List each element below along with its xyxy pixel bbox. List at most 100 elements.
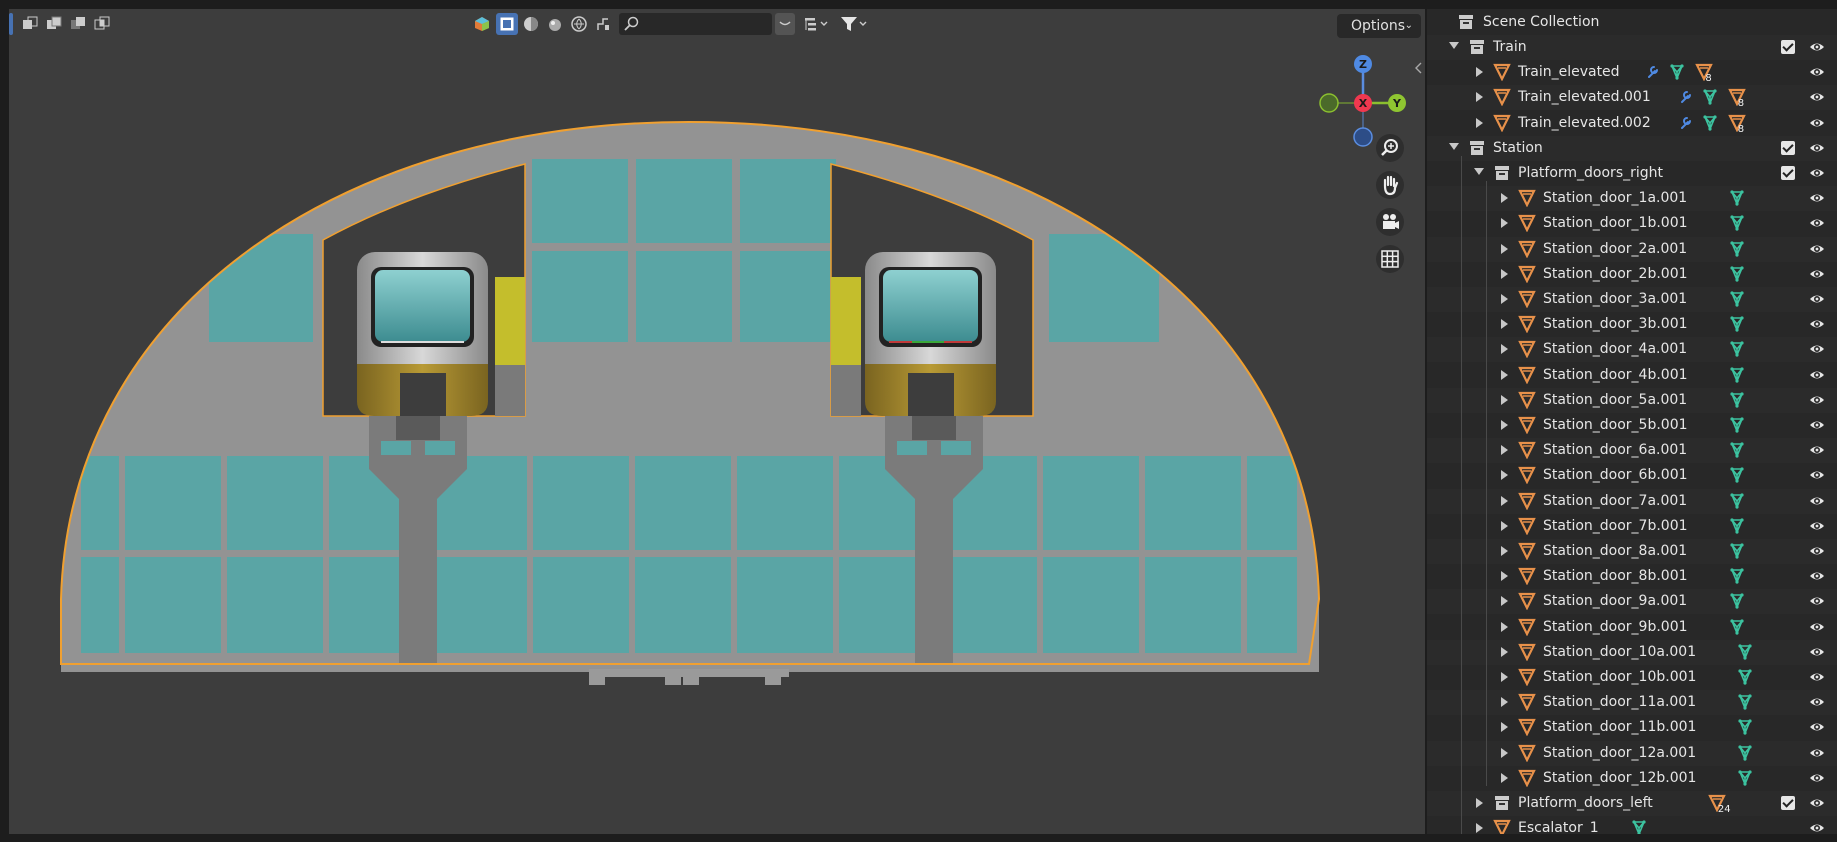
visibility-eye-icon[interactable] — [1809, 292, 1825, 310]
outliner-row[interactable]: Escalator_1 — [1427, 816, 1837, 834]
outliner-panel[interactable]: Scene Collection Train Train_elevated 8 Tra… — [1427, 9, 1837, 834]
outliner-row[interactable]: Station_door_6b.001 — [1427, 463, 1837, 488]
mesh-data-icon[interactable] — [1737, 744, 1753, 766]
mesh-data-icon[interactable] — [1737, 718, 1753, 740]
mesh-data-icon[interactable] — [1729, 542, 1745, 564]
mesh-data-icon[interactable] — [1729, 618, 1745, 640]
outliner-row[interactable]: Station_door_4b.001 — [1427, 363, 1837, 388]
outliner-row[interactable]: Station — [1427, 135, 1837, 161]
outliner-row[interactable]: Train — [1427, 35, 1837, 60]
expand-closed-icon[interactable] — [1501, 193, 1508, 204]
mesh-data-icon[interactable] — [1729, 416, 1745, 438]
visibility-eye-icon[interactable] — [1809, 544, 1825, 562]
outliner-row[interactable]: Station_door_11b.001 — [1427, 715, 1837, 740]
outliner-row[interactable]: Station_door_9b.001 — [1427, 615, 1837, 640]
expand-closed-icon[interactable] — [1501, 369, 1508, 380]
outliner-row[interactable]: Station_door_2b.001 — [1427, 262, 1837, 287]
outliner-row[interactable]: Station_door_5a.001 — [1427, 387, 1837, 413]
modifier-wrench-icon[interactable] — [1678, 114, 1694, 134]
mesh-data-icon[interactable] — [1729, 189, 1745, 211]
expand-closed-icon[interactable] — [1501, 218, 1508, 229]
expand-open-icon[interactable] — [1474, 168, 1484, 175]
outliner-row[interactable]: Station_door_10b.001 — [1427, 665, 1837, 690]
outliner-row[interactable]: Station_door_6a.001 — [1427, 438, 1837, 464]
visibility-eye-icon[interactable] — [1809, 746, 1825, 764]
outliner-row[interactable]: Station_door_7b.001 — [1427, 514, 1837, 539]
mesh-data-icon[interactable] — [1702, 114, 1718, 136]
mesh-data-icon[interactable] — [1729, 214, 1745, 236]
expand-closed-icon[interactable] — [1501, 571, 1508, 582]
expand-open-icon[interactable] — [1449, 42, 1459, 49]
mesh-data-icon[interactable] — [1729, 240, 1745, 262]
mesh-data-icon[interactable] — [1729, 265, 1745, 287]
outliner-row[interactable]: Station_door_8b.001 — [1427, 564, 1837, 589]
visibility-eye-icon[interactable] — [1809, 40, 1825, 58]
expand-closed-icon[interactable] — [1501, 344, 1508, 355]
visibility-eye-icon[interactable] — [1809, 695, 1825, 713]
exclude-checkbox[interactable] — [1781, 40, 1795, 54]
outliner-row[interactable]: Station_door_9a.001 — [1427, 589, 1837, 615]
3d-viewport[interactable]: Options ⌄ Z Y X — [9, 9, 1425, 834]
mesh-data-icon[interactable] — [1729, 441, 1745, 463]
visibility-eye-icon[interactable] — [1809, 65, 1825, 83]
expand-closed-icon[interactable] — [1501, 470, 1508, 481]
expand-closed-icon[interactable] — [1501, 420, 1508, 430]
mesh-data-icon[interactable] — [1737, 769, 1753, 791]
outliner-row[interactable]: Station_door_8a.001 — [1427, 539, 1837, 564]
visibility-eye-icon[interactable] — [1809, 393, 1825, 411]
visibility-eye-icon[interactable] — [1809, 443, 1825, 461]
visibility-eye-icon[interactable] — [1809, 418, 1825, 436]
outliner-row[interactable]: Station_door_1b.001 — [1427, 211, 1837, 236]
mesh-data-icon[interactable] — [1729, 315, 1745, 337]
right-train[interactable] — [865, 252, 996, 416]
outliner-row[interactable]: Station_door_12a.001 — [1427, 740, 1837, 766]
mesh-data-icon[interactable] — [1729, 567, 1745, 589]
visibility-eye-icon[interactable] — [1809, 494, 1825, 512]
visibility-eye-icon[interactable] — [1809, 267, 1825, 285]
expand-closed-icon[interactable] — [1501, 772, 1508, 783]
mesh-data-icon[interactable] — [1669, 63, 1685, 85]
outliner-row[interactable]: Station_door_5b.001 — [1427, 413, 1837, 438]
visibility-eye-icon[interactable] — [1809, 242, 1825, 260]
expand-closed-icon[interactable] — [1476, 798, 1483, 808]
outliner-row[interactable]: Station_door_12b.001 — [1427, 766, 1837, 791]
expand-closed-icon[interactable] — [1501, 596, 1508, 607]
expand-closed-icon[interactable] — [1501, 646, 1508, 657]
outliner-row[interactable]: Train_elevated.001 8 — [1427, 85, 1837, 111]
modifier-wrench-icon[interactable] — [1678, 88, 1694, 108]
expand-closed-icon[interactable] — [1501, 394, 1508, 405]
mesh-data-icon[interactable] — [1729, 340, 1745, 362]
expand-closed-icon[interactable] — [1501, 495, 1508, 506]
visibility-eye-icon[interactable] — [1809, 116, 1825, 134]
visibility-eye-icon[interactable] — [1809, 796, 1825, 814]
expand-closed-icon[interactable] — [1501, 520, 1508, 531]
expand-closed-icon[interactable] — [1501, 722, 1508, 733]
scene-collection-row[interactable]: Scene Collection — [1427, 10, 1837, 35]
expand-closed-icon[interactable] — [1501, 243, 1508, 254]
expand-closed-icon[interactable] — [1501, 546, 1508, 556]
outliner-row[interactable]: Station_door_7a.001 — [1427, 488, 1837, 514]
expand-closed-icon[interactable] — [1501, 294, 1508, 304]
visibility-eye-icon[interactable] — [1809, 720, 1825, 738]
children-object-icon[interactable]: 8 — [1728, 88, 1746, 110]
expand-closed-icon[interactable] — [1501, 445, 1508, 456]
expand-closed-icon[interactable] — [1501, 319, 1508, 330]
outliner-row[interactable]: Station_door_10a.001 — [1427, 639, 1837, 665]
mesh-data-icon[interactable] — [1702, 88, 1718, 110]
outliner-row[interactable]: Platform_doors_right — [1427, 161, 1837, 186]
visibility-eye-icon[interactable] — [1809, 342, 1825, 360]
mesh-data-icon[interactable] — [1729, 492, 1745, 514]
mesh-data-icon[interactable] — [1729, 366, 1745, 388]
expand-closed-icon[interactable] — [1501, 268, 1508, 279]
visibility-eye-icon[interactable] — [1809, 569, 1825, 587]
children-object-icon[interactable]: 24 — [1708, 794, 1731, 816]
outliner-row[interactable]: Train_elevated.002 8 — [1427, 111, 1837, 136]
mesh-data-icon[interactable] — [1729, 592, 1745, 614]
visibility-eye-icon[interactable] — [1809, 821, 1825, 834]
expand-closed-icon[interactable] — [1476, 67, 1483, 78]
visibility-eye-icon[interactable] — [1809, 191, 1825, 209]
mesh-data-icon[interactable] — [1737, 643, 1753, 665]
visibility-eye-icon[interactable] — [1809, 594, 1825, 612]
children-object-icon[interactable]: 8 — [1728, 114, 1746, 136]
mesh-data-icon[interactable] — [1729, 290, 1745, 312]
